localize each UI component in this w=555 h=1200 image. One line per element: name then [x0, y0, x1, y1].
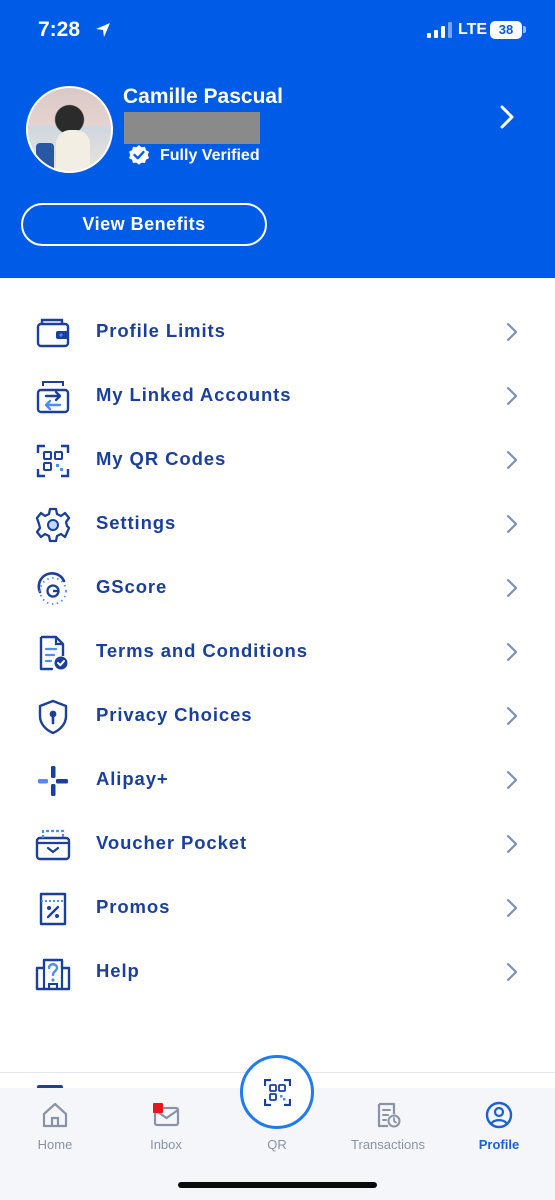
menu-item-label: Profile Limits — [96, 320, 226, 341]
location-arrow-icon — [96, 23, 110, 37]
chevron-right-icon — [506, 962, 518, 982]
profile-name: Camille Pascual — [123, 85, 283, 108]
tab-label: QR — [267, 1137, 287, 1152]
help-building-icon — [35, 958, 71, 991]
qr-code-icon — [36, 444, 70, 478]
cellular-signal-icon — [427, 22, 452, 38]
chevron-right-icon — [506, 386, 518, 406]
tab-profile[interactable]: Profile — [444, 1088, 554, 1168]
verification-status: Fully Verified — [160, 147, 260, 164]
gscore-icon — [37, 572, 67, 605]
network-type: LTE — [458, 21, 488, 38]
profile-header: 7:28 LTE 38 Camille Pascual Fully Verifi… — [0, 0, 555, 278]
menu-item-label: Alipay+ — [96, 768, 169, 789]
status-bar: 7:28 LTE 38 — [0, 0, 555, 62]
voucher-box-icon — [35, 829, 71, 861]
tab-home[interactable]: Home — [0, 1088, 110, 1168]
qr-scan-button[interactable] — [240, 1055, 314, 1129]
wallet-icon — [36, 318, 70, 348]
chevron-right-icon — [506, 834, 518, 854]
menu-item-qr-codes[interactable]: My QR Codes — [0, 428, 555, 492]
home-indicator[interactable] — [178, 1182, 377, 1188]
menu-item-label: My QR Codes — [96, 448, 227, 469]
battery-tip — [523, 26, 526, 33]
chevron-right-icon — [506, 898, 518, 918]
avatar-detail — [36, 143, 54, 171]
linked-accounts-icon — [36, 381, 70, 414]
battery-icon: 38 — [490, 21, 522, 39]
menu-item-label: Help — [96, 960, 140, 981]
chevron-right-icon — [506, 578, 518, 598]
menu-item-help[interactable]: Help — [0, 940, 555, 1004]
chevron-right-icon[interactable] — [496, 104, 518, 130]
tab-transactions[interactable]: Transactions — [333, 1088, 443, 1168]
verified-badge-icon — [129, 145, 149, 165]
avatar[interactable] — [26, 86, 113, 173]
chevron-right-icon — [506, 642, 518, 662]
view-benefits-button[interactable]: View Benefits — [21, 203, 267, 246]
shield-lock-icon — [38, 699, 68, 735]
tab-label: Profile — [478, 1137, 520, 1152]
menu-item-label: Promos — [96, 896, 171, 917]
document-check-icon — [39, 635, 68, 671]
tab-label: Inbox — [150, 1137, 182, 1152]
menu-item-linked-accounts[interactable]: My Linked Accounts — [0, 364, 555, 428]
receipt-icon — [377, 1102, 401, 1128]
menu-item-label: Settings — [96, 512, 177, 533]
gear-icon — [35, 507, 71, 543]
menu-item-label: Voucher Pocket — [96, 832, 248, 853]
home-icon — [42, 1102, 68, 1128]
menu-item-label: Terms and Conditions — [96, 640, 308, 661]
chevron-right-icon — [506, 706, 518, 726]
menu-item-alipay[interactable]: Alipay+ — [0, 748, 555, 812]
avatar-figure — [56, 130, 90, 171]
chevron-right-icon — [506, 450, 518, 470]
menu-item-gscore[interactable]: GScore — [0, 556, 555, 620]
menu-item-settings[interactable]: Settings — [0, 492, 555, 556]
menu-item-promos[interactable]: Promos — [0, 876, 555, 940]
chevron-right-icon — [506, 322, 518, 342]
tab-inbox[interactable]: Inbox — [111, 1088, 221, 1168]
profile-summary[interactable]: Camille Pascual Fully Verified — [0, 80, 555, 180]
status-time: 7:28 — [38, 18, 81, 41]
qr-scan-icon — [264, 1079, 291, 1106]
promo-ticket-icon — [39, 892, 67, 926]
menu-item-terms[interactable]: Terms and Conditions — [0, 620, 555, 684]
menu-item-label: GScore — [96, 576, 168, 597]
alipay-plus-icon — [38, 766, 68, 796]
user-circle-icon — [485, 1101, 513, 1129]
menu-item-profile-limits[interactable]: Profile Limits — [0, 300, 555, 364]
menu-item-voucher-pocket[interactable]: Voucher Pocket — [0, 812, 555, 876]
redacted-phone-number — [124, 112, 260, 144]
menu-item-privacy[interactable]: Privacy Choices — [0, 684, 555, 748]
tab-label: Home — [37, 1137, 73, 1152]
menu-item-label: Privacy Choices — [96, 704, 253, 725]
chevron-right-icon — [506, 770, 518, 790]
tab-label: Transactions — [351, 1137, 425, 1152]
chevron-right-icon — [506, 514, 518, 534]
notification-dot — [153, 1103, 163, 1113]
menu-item-label: My Linked Accounts — [96, 384, 292, 405]
